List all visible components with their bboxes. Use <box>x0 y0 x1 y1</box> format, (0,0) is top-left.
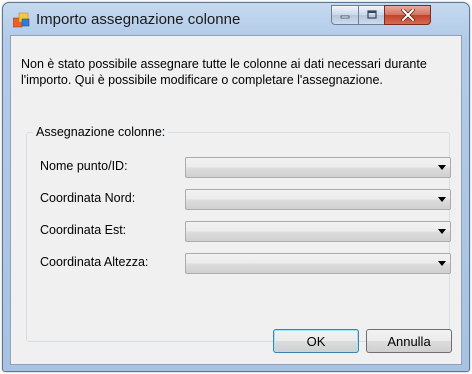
cancel-button[interactable]: Annulla <box>366 329 452 353</box>
north-coordinate-dropdown[interactable] <box>185 189 451 210</box>
chevron-down-icon <box>438 197 446 202</box>
chevron-down-icon <box>438 261 446 266</box>
close-icon <box>400 9 415 21</box>
minimize-button[interactable] <box>331 5 359 25</box>
point-name-dropdown[interactable] <box>185 157 451 178</box>
height-coordinate-dropdown[interactable] <box>185 253 451 274</box>
chevron-down-icon <box>438 165 446 170</box>
height-coordinate-label: Coordinata Altezza: <box>40 255 149 269</box>
minimize-icon <box>340 15 350 19</box>
east-coordinate-label: Coordinata Est: <box>40 223 127 237</box>
east-coordinate-dropdown[interactable] <box>185 221 451 242</box>
title-bar[interactable]: Importo assegnazione colonne <box>3 3 469 37</box>
chevron-down-icon <box>438 229 446 234</box>
maximize-button[interactable] <box>358 5 385 25</box>
north-coordinate-label: Coordinata Nord: <box>40 191 136 205</box>
group-legend: Assegnazione colonne: <box>33 125 169 139</box>
dialog-window: Importo assegnazione colonne Non è stato… <box>2 2 470 372</box>
point-name-label: Nome punto/ID: <box>40 159 128 173</box>
close-button[interactable] <box>384 5 431 25</box>
dialog-body: Non è stato possibile assegnare tutte le… <box>10 35 462 365</box>
ok-button[interactable]: OK <box>273 329 359 353</box>
column-assignment-group: Assegnazione colonne: Nome punto/ID: Coo… <box>26 125 451 342</box>
info-message: Non è stato possibile assegnare tutte le… <box>21 57 427 87</box>
maximize-icon <box>366 10 377 19</box>
window-title: Importo assegnazione colonne <box>36 11 241 28</box>
app-icon <box>13 12 30 28</box>
